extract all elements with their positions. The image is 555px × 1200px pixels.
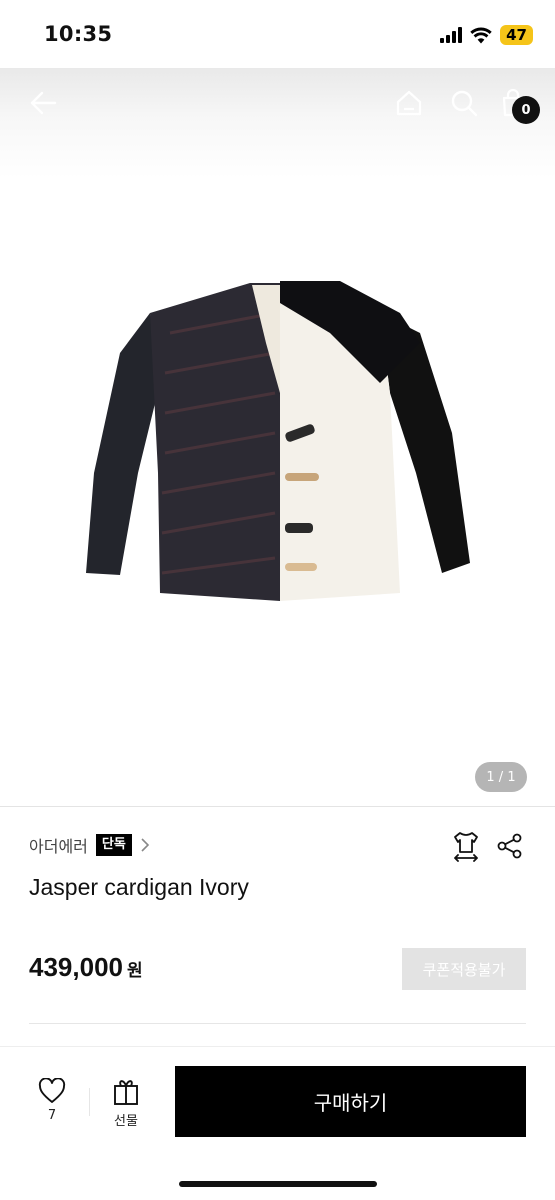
like-button[interactable]: 7: [30, 1078, 74, 1134]
divider: [0, 806, 555, 807]
price-currency: 원: [126, 961, 143, 981]
exclusive-badge: 단독: [95, 834, 132, 856]
divider: [29, 1023, 526, 1024]
status-time: 10:35: [44, 22, 113, 46]
back-icon: [30, 91, 57, 115]
cellular-signal-icon: [440, 27, 463, 43]
battery-indicator: 47: [500, 25, 533, 45]
size-guide-icon: [454, 832, 478, 862]
brand-name[interactable]: 아더에러: [29, 833, 88, 857]
home-indicator: [179, 1181, 377, 1187]
heart-icon: [38, 1078, 66, 1103]
size-guide-button[interactable]: [450, 830, 482, 862]
image-pager: 1 / 1: [475, 762, 527, 792]
status-bar: 10:35 47: [0, 0, 555, 68]
top-navigation: [0, 68, 555, 138]
home-button[interactable]: [392, 86, 426, 120]
share-button[interactable]: [494, 830, 526, 862]
search-button[interactable]: [447, 86, 481, 120]
status-icons: 47: [440, 24, 533, 46]
divider: [89, 1088, 90, 1116]
cart-count-badge: 0: [512, 96, 540, 124]
product-gallery[interactable]: 0 1 / 1: [0, 68, 555, 806]
product-image: [86, 281, 470, 601]
price: 439,000 원: [29, 952, 143, 983]
back-button[interactable]: [26, 86, 60, 120]
share-icon: [497, 833, 522, 859]
price-value: 439,000: [29, 952, 123, 982]
gift-icon: [114, 1080, 138, 1105]
coupon-button[interactable]: 쿠폰적용불가: [402, 948, 526, 990]
chevron-right-icon: [140, 838, 154, 852]
gift-button[interactable]: 선물: [104, 1078, 148, 1134]
gift-label: 선물: [114, 1114, 138, 1129]
wifi-icon: [470, 27, 492, 43]
brand-row[interactable]: 아더에러 단독: [29, 832, 154, 858]
like-count: 7: [47, 1108, 57, 1123]
bottom-bar-border: [0, 1046, 555, 1047]
home-icon: [396, 90, 422, 116]
search-icon: [451, 90, 478, 117]
buy-button[interactable]: 구매하기: [175, 1066, 526, 1137]
product-title: Jasper cardigan Ivory: [29, 874, 249, 900]
